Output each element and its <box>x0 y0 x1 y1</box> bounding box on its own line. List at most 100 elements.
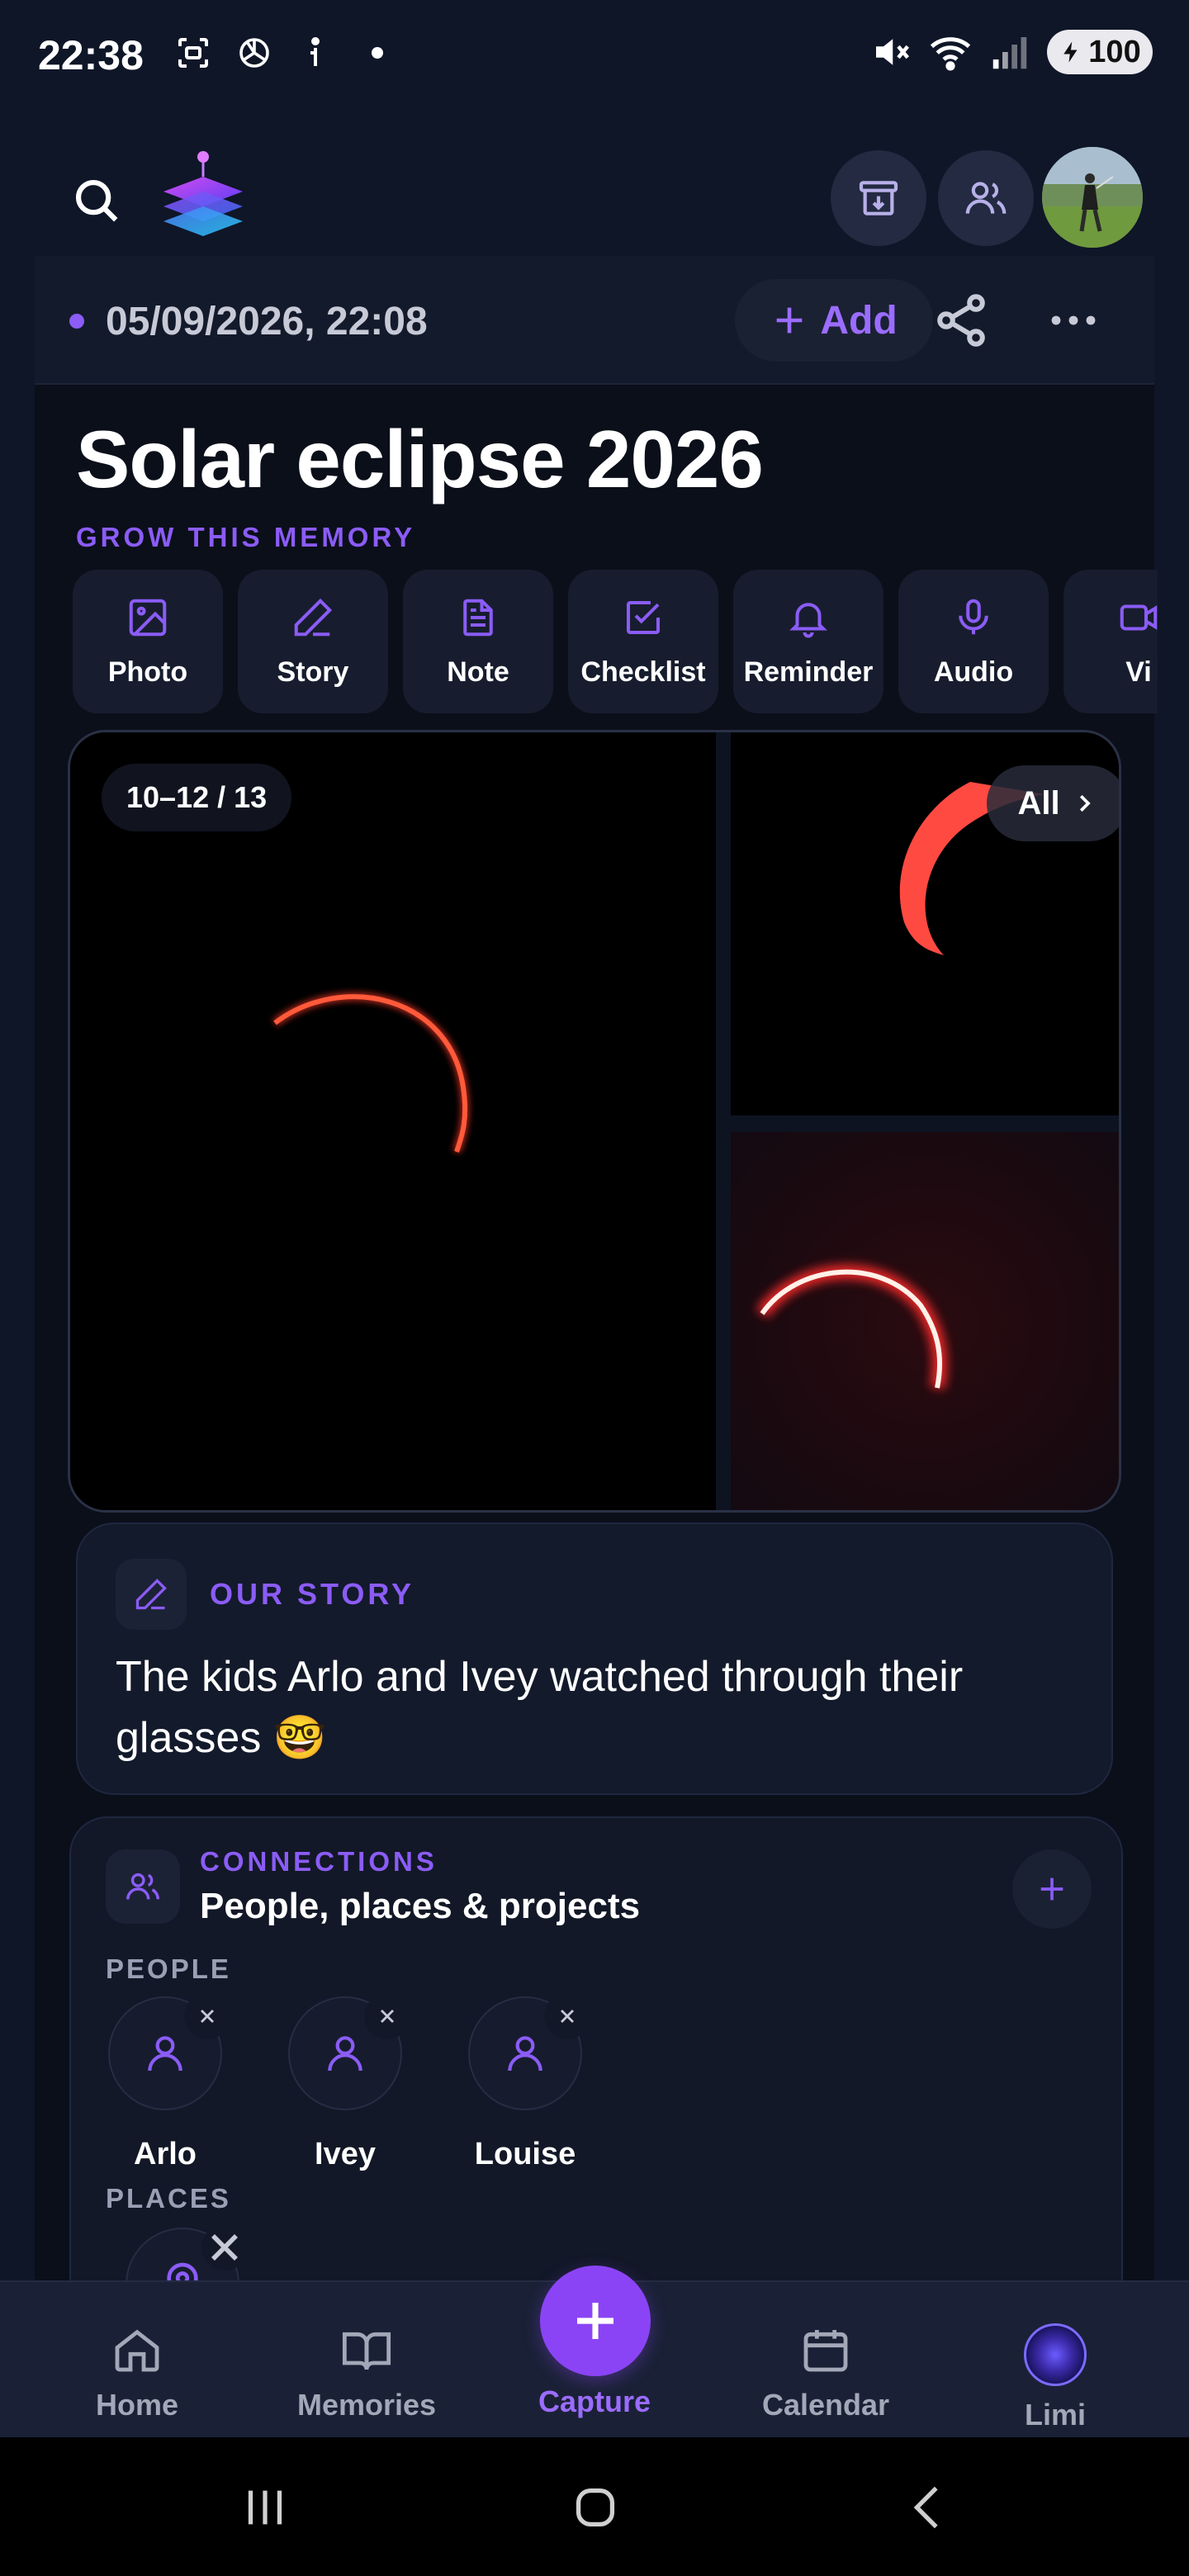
people-button[interactable] <box>938 150 1034 246</box>
plus-icon <box>777 307 803 334</box>
app-logo[interactable] <box>157 149 249 244</box>
home-icon <box>115 2329 159 2372</box>
connections-subtitle: People, places & projects <box>200 1886 641 1926</box>
photo-counter: 10–12 / 13 <box>102 764 292 831</box>
openai-icon <box>234 33 274 73</box>
top-app-bar <box>0 132 1189 256</box>
user-icon <box>328 2036 362 2072</box>
close-icon <box>561 2010 574 2023</box>
grow-item-label: Photo <box>107 656 188 688</box>
close-icon <box>201 2010 214 2023</box>
grid-divider <box>716 732 731 1510</box>
back-icon[interactable] <box>900 2479 958 2536</box>
share-button[interactable] <box>931 291 991 350</box>
status-notification-icons <box>173 33 383 73</box>
pencil-icon <box>135 1579 167 1610</box>
nav-calendar[interactable]: Calendar <box>735 2323 917 2422</box>
archive-button[interactable] <box>831 150 926 246</box>
pencil-icon <box>294 598 333 636</box>
person-chip[interactable]: Ivey <box>271 1993 419 2172</box>
wifi-icon <box>928 30 973 74</box>
home-circle-icon[interactable] <box>566 2479 624 2536</box>
grid-divider <box>731 1115 1119 1132</box>
nav-memories[interactable]: Memories <box>276 2323 457 2422</box>
grow-photo-button[interactable]: Photo <box>73 570 223 713</box>
add-button[interactable]: Add <box>735 279 933 362</box>
grow-item-label: Audio <box>933 656 1014 688</box>
grow-note-button[interactable]: Note <box>403 570 553 713</box>
connections-label: CONNECTIONS <box>200 1846 438 1877</box>
grow-story-button[interactable]: Story <box>238 570 388 713</box>
status-bar: 22:38 100 <box>0 0 1189 116</box>
person-avatar <box>108 1993 230 2110</box>
photo-side-bottom[interactable] <box>731 1132 1119 1510</box>
capture-button[interactable] <box>540 2266 651 2376</box>
plus-icon <box>577 2303 613 2339</box>
recent-apps-icon[interactable] <box>236 2479 294 2536</box>
add-connection-button[interactable] <box>1012 1849 1092 1929</box>
photo-grid: 10–12 / 13 All <box>68 730 1121 1513</box>
story-text: The kids Arlo and Ivey watched through t… <box>116 1653 964 1762</box>
grow-reminder-button[interactable]: Reminder <box>733 570 883 713</box>
close-icon <box>211 2234 238 2261</box>
remove-place-button[interactable] <box>201 2224 248 2271</box>
nav-limi[interactable]: Limi <box>964 2323 1146 2432</box>
share-icon <box>937 294 985 347</box>
grow-memory-label: GROW THIS MEMORY <box>76 522 416 552</box>
grow-item-label: Story <box>277 656 349 688</box>
bell-icon <box>789 602 827 637</box>
memory-title: Solar eclipse 2026 <box>76 414 764 504</box>
info-antenna-icon <box>296 33 335 73</box>
grow-checklist-button[interactable]: Checklist <box>568 570 718 713</box>
battery-level: 100 <box>1088 34 1141 69</box>
grow-item-label: Reminder <box>743 656 874 688</box>
grow-item-label: Note <box>447 656 509 688</box>
checkbox-icon <box>626 600 661 634</box>
bottom-navigation: Home Memories Capture Calendar Limi <box>0 2266 1189 2437</box>
more-horizontal-icon <box>1051 315 1096 325</box>
grow-item-label: Vi <box>1125 656 1152 688</box>
limi-orb-icon <box>1024 2323 1087 2386</box>
remove-person-button[interactable] <box>184 1993 230 2039</box>
system-navigation-bar <box>0 2437 1189 2576</box>
photo-main[interactable] <box>70 732 716 1510</box>
person-chip[interactable]: Arlo <box>91 1993 239 2172</box>
view-all-photos-button[interactable]: All <box>987 765 1119 841</box>
nav-label: Memories <box>296 2388 437 2422</box>
people-section-label: PEOPLE <box>106 1953 231 1984</box>
all-label: All <box>1017 784 1060 822</box>
capture-label[interactable]: Capture <box>512 2384 677 2419</box>
nav-label: Calendar <box>761 2388 890 2422</box>
connections-icon-badge <box>106 1849 180 1924</box>
people-icon <box>126 1873 159 1900</box>
remove-person-button[interactable] <box>544 1993 590 2039</box>
avatar[interactable] <box>1042 147 1143 248</box>
our-story-card[interactable]: OUR STORY The kids Arlo and Ivey watched… <box>76 1522 1113 1795</box>
person-name: Ivey <box>315 2137 376 2171</box>
nav-home[interactable]: Home <box>46 2323 228 2422</box>
grow-actions-row: Photo Story Note Checklist Reminder Audi… <box>73 570 1158 717</box>
video-icon <box>1120 604 1158 631</box>
story-icon-badge <box>116 1559 187 1630</box>
user-icon <box>148 2036 182 2072</box>
person-avatar <box>468 1993 590 2110</box>
person-avatar <box>288 1993 410 2110</box>
status-time: 22:38 <box>38 32 144 78</box>
more-options-button[interactable] <box>1044 291 1103 350</box>
notification-dot <box>372 47 383 59</box>
plus-icon <box>1040 1878 1063 1901</box>
grow-video-button[interactable]: Vi <box>1063 570 1158 713</box>
grow-audio-button[interactable]: Audio <box>898 570 1049 713</box>
status-dot <box>69 314 84 329</box>
person-chip[interactable]: Louise <box>451 1993 599 2172</box>
battery-indicator: 100 <box>1047 30 1153 74</box>
document-icon <box>463 599 493 636</box>
status-system-icons: 100 <box>869 30 1153 74</box>
search-button[interactable] <box>59 163 134 238</box>
mute-icon <box>869 30 913 74</box>
add-label: Add <box>820 298 898 343</box>
nav-label: Limi <box>1024 2398 1086 2432</box>
remove-person-button[interactable] <box>364 1993 410 2039</box>
screenshot-icon <box>173 33 213 73</box>
calendar-icon <box>803 2330 848 2372</box>
